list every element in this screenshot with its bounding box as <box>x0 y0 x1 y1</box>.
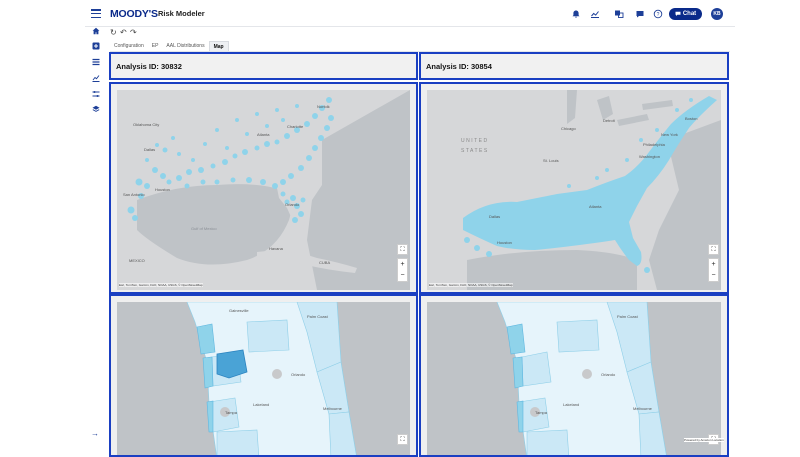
zoom-out-button[interactable]: − <box>709 270 718 281</box>
chat-bubble-icon <box>675 11 681 16</box>
label-detroit: Detroit <box>603 118 615 123</box>
florida-region-map[interactable]: Gainesville Palm Coast Orlando Lakeland … <box>117 302 410 455</box>
layers-icon[interactable] <box>92 105 100 113</box>
map-attribution: Esri, TomTom, Garmin, FAO, NOAA, USGS, ©… <box>119 283 203 287</box>
expand-rail-icon[interactable]: → <box>91 429 99 438</box>
tab-aal-distributions[interactable]: AAL Distributions <box>162 41 208 51</box>
fit-bounds-icon[interactable]: ⛶ <box>397 434 408 445</box>
left-panel-header: Analysis ID: 30832 <box>109 52 418 80</box>
settings-sliders-icon[interactable] <box>92 90 100 98</box>
label-dallas: Dallas <box>489 214 501 219</box>
label-gainesville: Gainesville <box>229 308 249 313</box>
tab-configuration[interactable]: Configuration <box>110 41 148 51</box>
map-attribution: Esri, TomTom, Garmin, FAO, NOAA, USGS, ©… <box>429 283 513 287</box>
label-lakeland: Lakeland <box>563 402 580 407</box>
label-tampa: Tampa <box>535 410 548 415</box>
fit-bounds-icon[interactable]: ⛶ <box>397 244 408 255</box>
label-melbourne: Melbourne <box>633 406 652 411</box>
bell-icon[interactable] <box>571 9 581 19</box>
svg-text:?: ? <box>657 12 660 18</box>
add-icon[interactable] <box>92 42 100 50</box>
message-icon[interactable] <box>635 9 645 19</box>
label-cuba: CUBA <box>319 260 331 265</box>
label-states: STATES <box>461 148 489 154</box>
home-icon[interactable] <box>92 27 100 35</box>
user-avatar[interactable]: KB <box>711 8 723 20</box>
label-united: UNITED <box>461 138 489 144</box>
label-houston: Houston <box>155 187 170 192</box>
map-panel-top-left: Oklahoma City Dallas Houston San Antonio… <box>109 82 418 294</box>
map-panel-bottom-left: Gainesville Palm Coast Orlando Lakeland … <box>109 294 418 457</box>
left-analysis-title: Analysis ID: 30832 <box>116 62 182 71</box>
label-houston: Houston <box>497 240 512 245</box>
label-st-louis: St. Louis <box>543 158 559 163</box>
translate-icon[interactable] <box>614 9 624 19</box>
powered-by-label: Powered by Amazon Location <box>684 438 724 442</box>
label-melbourne: Melbourne <box>323 406 342 411</box>
label-new-york: New York <box>661 132 678 137</box>
label-tampa: Tampa <box>225 410 238 415</box>
refresh-icon[interactable]: ↻ <box>110 28 117 37</box>
fit-bounds-icon[interactable]: ⛶ <box>708 244 719 255</box>
label-atlanta: Atlanta <box>257 132 270 137</box>
zoom-control: + − <box>708 258 719 282</box>
zoom-out-button[interactable]: − <box>398 270 407 281</box>
label-philadelphia: Philadelphia <box>643 142 665 147</box>
map-panel-top-right: UNITED STATES Chicago Detroit St. Louis … <box>419 82 729 294</box>
label-lakeland: Lakeland <box>253 402 270 407</box>
label-san-antonio: San Antonio <box>123 192 145 197</box>
app-title: Risk Modeler <box>158 9 205 18</box>
label-gulf: Gulf of Mexico <box>191 226 217 231</box>
label-washington: Washington <box>639 154 660 159</box>
exposure-map[interactable]: UNITED STATES Chicago Detroit St. Louis … <box>427 90 721 290</box>
list-icon[interactable] <box>92 58 100 66</box>
zoom-in-button[interactable]: + <box>709 259 718 270</box>
map-panel-bottom-right: Palm Coast Orlando Lakeland Tampa Melbou… <box>419 294 729 457</box>
label-dallas: Dallas <box>144 147 156 152</box>
help-icon[interactable]: ? <box>653 9 663 19</box>
tab-ep[interactable]: EP <box>148 41 163 51</box>
label-mexico: MEXICO <box>129 258 145 263</box>
redo-icon[interactable]: ↷ <box>130 28 137 37</box>
chat-label: Chat <box>682 11 697 17</box>
chart-icon[interactable] <box>590 9 600 19</box>
label-orlando: Orlando <box>601 372 616 377</box>
label-palm-coast: Palm Coast <box>307 314 328 319</box>
chat-button[interactable]: Chat <box>669 8 702 20</box>
label-palm-coast: Palm Coast <box>617 314 638 319</box>
label-havana: Havana <box>269 246 283 251</box>
analytics-icon[interactable] <box>92 74 100 82</box>
label-charlotte: Charlotte <box>287 124 304 129</box>
zoom-control: + − <box>397 258 408 282</box>
tab-bar: Configuration EP AAL Distributions Map <box>110 41 730 52</box>
label-atlanta: Atlanta <box>589 204 602 209</box>
zoom-in-button[interactable]: + <box>398 259 407 270</box>
label-oklahoma-city: Oklahoma City <box>133 122 160 127</box>
menu-icon[interactable] <box>91 9 101 18</box>
tab-map[interactable]: Map <box>208 41 229 51</box>
label-chicago: Chicago <box>561 126 576 131</box>
florida-region-map[interactable]: Palm Coast Orlando Lakeland Tampa Melbou… <box>427 302 721 455</box>
label-boston: Boston <box>685 116 698 121</box>
exposure-map[interactable]: Oklahoma City Dallas Houston San Antonio… <box>117 90 410 290</box>
label-orlando: Orlando <box>285 202 300 207</box>
label-orlando: Orlando <box>291 372 306 377</box>
right-panel-header: Analysis ID: 30854 <box>419 52 729 80</box>
brand-logo: MOODY'S <box>110 8 158 20</box>
label-norfolk: Norfolk <box>317 104 330 109</box>
right-analysis-title: Analysis ID: 30854 <box>426 62 492 71</box>
undo-icon[interactable]: ↶ <box>120 28 127 37</box>
